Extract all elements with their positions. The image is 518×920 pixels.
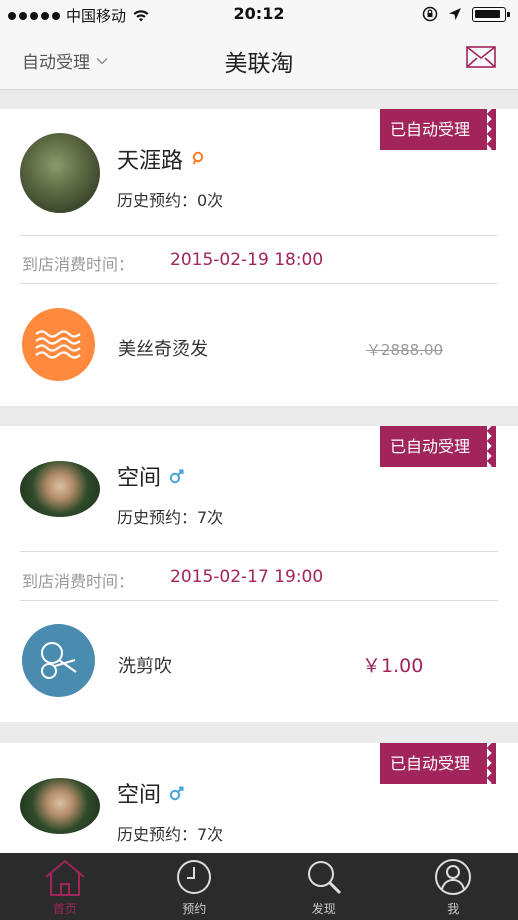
status-badge: 已自动受理 xyxy=(380,109,497,150)
status-bar: 中国移动 20:12 xyxy=(0,0,518,30)
user-name: 空间 xyxy=(117,466,162,491)
male-icon xyxy=(169,786,184,801)
female-icon xyxy=(192,151,204,165)
wave-icon xyxy=(22,308,95,381)
tab-label: 首页 xyxy=(52,902,77,916)
scissors-icon xyxy=(22,624,95,697)
user-name: 天涯路 xyxy=(117,149,184,174)
rotation-lock-icon xyxy=(422,6,438,22)
service-name: 洗剪吹 xyxy=(118,656,172,677)
visit-time-label: 到店消费时间： xyxy=(22,572,135,591)
avatar[interactable] xyxy=(20,461,100,517)
history-count: 历史预约：0次 xyxy=(117,191,224,210)
clock-icon xyxy=(177,860,212,894)
mail-icon xyxy=(466,46,496,68)
avatar[interactable] xyxy=(20,133,100,213)
tab-booking[interactable]: 预约 xyxy=(130,853,260,920)
divider xyxy=(20,283,498,284)
tab-me[interactable]: 我 xyxy=(389,853,518,920)
visit-time-label: 到店消费时间： xyxy=(22,255,135,274)
tab-label: 我 xyxy=(447,902,460,916)
search-icon xyxy=(307,861,341,895)
tab-bar: 首页 预约 发现 我 xyxy=(0,853,518,920)
avatar[interactable] xyxy=(20,778,100,834)
service-price: ￥2888.00 xyxy=(366,341,444,359)
page-title: 美联淘 xyxy=(224,51,294,77)
tab-label: 预约 xyxy=(182,902,207,916)
order-card[interactable]: 已自动受理 空间 历史预约：7次 xyxy=(0,743,518,853)
service-name: 美丝奇烫发 xyxy=(118,339,208,360)
tab-home[interactable]: 首页 xyxy=(0,853,130,920)
history-count: 历史预约：7次 xyxy=(117,825,224,844)
order-card[interactable]: 已自动受理 天涯路 历史预约：0次 到店消费时间： 2015-02-19 18:… xyxy=(0,109,518,406)
visit-time: 2015-02-19 18:00 xyxy=(170,250,324,270)
order-card[interactable]: 已自动受理 空间 历史预约：7次 到店消费时间： 2015-02-17 19:0… xyxy=(0,426,518,722)
home-icon xyxy=(45,859,85,896)
divider xyxy=(20,235,498,236)
battery-icon xyxy=(472,6,510,22)
status-badge: 已自动受理 xyxy=(380,743,497,784)
history-count: 历史预约：7次 xyxy=(117,508,224,527)
service-price: ￥1.00 xyxy=(362,655,424,677)
status-badge: 已自动受理 xyxy=(380,426,497,467)
divider xyxy=(20,551,498,552)
location-icon xyxy=(449,8,461,20)
user-name: 空间 xyxy=(117,783,162,808)
visit-time: 2015-02-17 19:00 xyxy=(170,567,324,587)
tab-label: 发现 xyxy=(311,902,336,916)
divider xyxy=(20,600,498,601)
nav-bar: 自动受理 美联淘 xyxy=(0,30,518,90)
tab-discover[interactable]: 发现 xyxy=(259,853,389,920)
messages-button[interactable] xyxy=(466,46,496,72)
user-icon xyxy=(435,859,472,895)
male-icon xyxy=(169,469,184,484)
